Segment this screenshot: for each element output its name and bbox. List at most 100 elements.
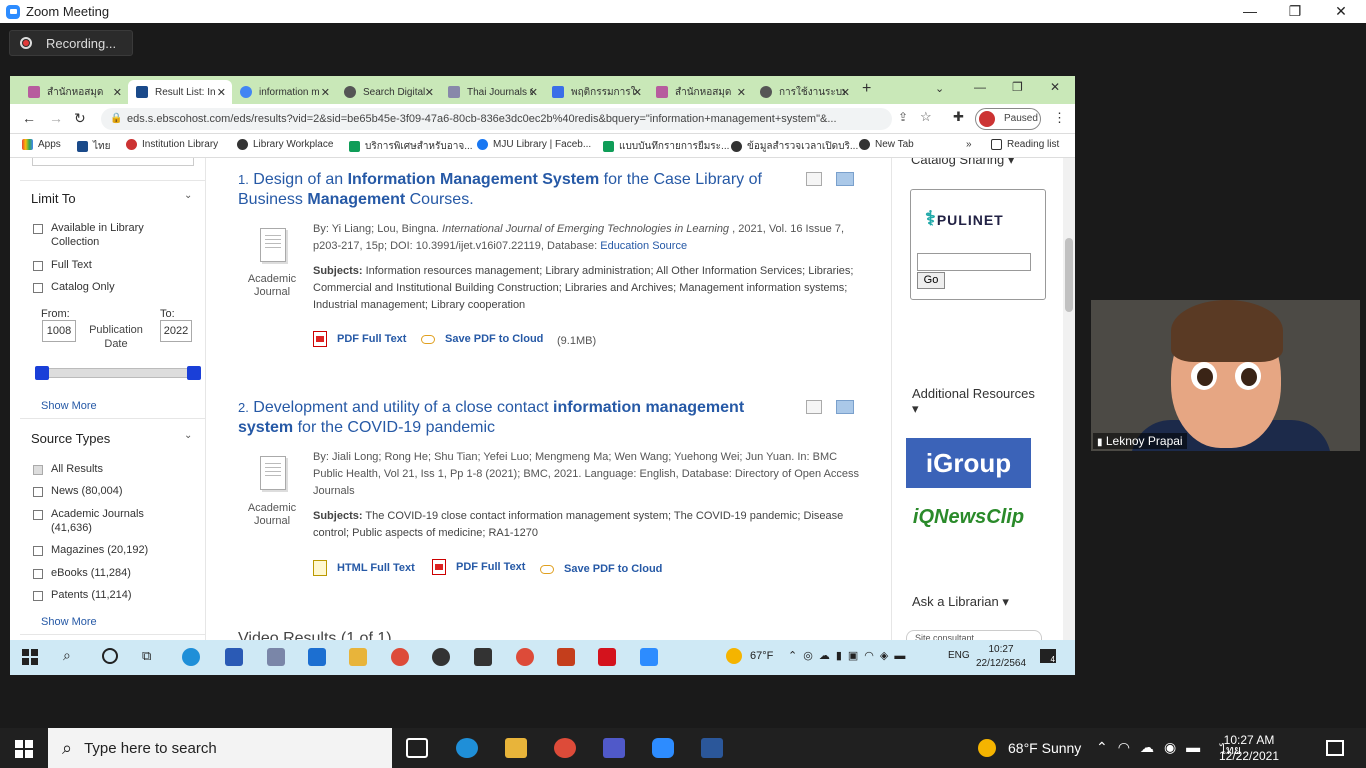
date-slider-track[interactable]: [42, 368, 194, 378]
igroup-banner[interactable]: iGroup: [906, 438, 1031, 488]
show-more-link[interactable]: Show More: [41, 616, 97, 628]
browser-close-button[interactable]: ✕: [1050, 80, 1060, 94]
site-consultant-widget[interactable]: Site consultant: [906, 630, 1042, 640]
cortana-icon[interactable]: [102, 648, 118, 664]
tab-close-icon[interactable]: ✕: [217, 86, 226, 99]
bookmark-item[interactable]: Library Workplace: [237, 139, 333, 150]
checkbox-full-text[interactable]: [33, 261, 43, 271]
powerpoint-icon[interactable]: [557, 648, 575, 666]
checkbox-ebooks[interactable]: [33, 569, 43, 579]
add-to-folder-icon[interactable]: [836, 400, 854, 414]
menu-kebab-icon[interactable]: ⋮: [1053, 110, 1066, 126]
preview-magnifier-icon[interactable]: [806, 400, 822, 414]
task-view-icon[interactable]: [406, 738, 428, 758]
weather-sun-icon[interactable]: [978, 739, 996, 757]
zoom-icon[interactable]: [652, 738, 674, 758]
result-title-2[interactable]: 2. Development and utility of a close co…: [238, 398, 778, 438]
browser-restore-button[interactable]: ❐: [1012, 80, 1023, 94]
result-title-1[interactable]: 1. Design of an Information Management S…: [238, 170, 778, 210]
reload-icon[interactable]: ↻: [74, 110, 86, 127]
clock[interactable]: 10:27 AM 12/22/2021: [1214, 732, 1284, 764]
zoom-icon[interactable]: [640, 648, 658, 666]
chrome-icon[interactable]: [554, 738, 576, 758]
browser-tab[interactable]: information m ✕: [232, 80, 336, 104]
weather-temp[interactable]: 67°F: [750, 650, 773, 662]
tab-close-icon[interactable]: ✕: [737, 86, 746, 99]
browser-tab[interactable]: สำนักหอสมุด ✕: [648, 80, 752, 104]
forward-icon[interactable]: →: [49, 110, 63, 126]
file-explorer-icon[interactable]: [349, 648, 367, 666]
chrome-icon[interactable]: [391, 648, 409, 666]
taskbar-search-box[interactable]: ⌕ Type here to search: [48, 728, 392, 768]
browser-tab-active[interactable]: Result List: In ✕: [128, 80, 232, 104]
task-view-icon[interactable]: ⧉: [142, 648, 151, 664]
tab-close-icon[interactable]: ✕: [529, 86, 538, 99]
from-year-input[interactable]: 1008: [42, 320, 76, 342]
back-icon[interactable]: ←: [22, 110, 36, 126]
bookmark-item[interactable]: New Tab: [859, 139, 914, 150]
acrobat-icon[interactable]: [598, 648, 616, 666]
browser-minimize-button[interactable]: —: [974, 80, 986, 94]
save-pdf-cloud-link[interactable]: Save PDF to Cloud: [421, 333, 543, 345]
notification-icon[interactable]: 4: [1040, 649, 1056, 664]
bookmark-item[interactable]: ไทย: [77, 139, 110, 154]
chevron-down-icon[interactable]: ⌄: [184, 430, 192, 441]
checkbox-news[interactable]: [33, 487, 43, 497]
bookmark-item[interactable]: MJU Library | Faceb...: [477, 139, 591, 150]
bookmark-item[interactable]: ข้อมูลสำรวจเวลาเปิดบริ...: [731, 139, 858, 154]
profile-button[interactable]: Paused: [975, 108, 1041, 130]
tab-close-icon[interactable]: ✕: [321, 86, 330, 99]
bookmark-item[interactable]: Institution Library: [126, 139, 218, 150]
slider-handle-end[interactable]: [187, 366, 201, 380]
app-icon[interactable]: [432, 648, 450, 666]
system-tray-icons[interactable]: ⌃◠☁◉▬: [1096, 739, 1210, 756]
catalog-sharing-heading[interactable]: Catalog Sharing ▾: [911, 158, 1014, 168]
tab-close-icon[interactable]: ✕: [841, 86, 850, 99]
checkbox-patents[interactable]: [33, 591, 43, 601]
additional-resources-heading[interactable]: Additional Resources ▾: [912, 386, 1035, 417]
checkbox-magazines[interactable]: [33, 546, 43, 556]
save-pdf-cloud-link[interactable]: Save PDF to Cloud: [540, 563, 662, 575]
store-icon[interactable]: [225, 648, 243, 666]
bookmarks-overflow-icon[interactable]: »: [966, 139, 972, 150]
browser-tab[interactable]: พฤติกรรมการใช้ ✕: [544, 80, 648, 104]
weather-text[interactable]: 68°F Sunny: [1008, 740, 1081, 756]
bookmark-item[interactable]: แบบบันทึกรายการยืมระ...: [603, 139, 729, 154]
edge-icon[interactable]: [456, 738, 478, 758]
tab-close-icon[interactable]: ✕: [113, 86, 122, 99]
checkbox-academic-journals[interactable]: [33, 510, 43, 520]
go-button[interactable]: Go: [917, 272, 945, 289]
close-button[interactable]: ✕: [1318, 0, 1364, 23]
add-to-folder-icon[interactable]: [836, 172, 854, 186]
chrome-icon[interactable]: [516, 648, 534, 666]
address-bar[interactable]: 🔒 eds.s.ebscohost.com/eds/results?vid=2&…: [101, 108, 892, 130]
preview-magnifier-icon[interactable]: [806, 172, 822, 186]
clock[interactable]: 10:27 22/12/2564: [975, 643, 1027, 671]
html-full-text-link[interactable]: HTML Full Text: [313, 560, 415, 576]
browser-tab[interactable]: การใช้งานระบบ ✕: [752, 80, 856, 104]
notification-icon[interactable]: [1326, 740, 1344, 756]
limit-to-heading[interactable]: Limit To: [31, 191, 76, 206]
search-icon[interactable]: ⌕: [63, 647, 71, 664]
to-year-input[interactable]: 2022: [160, 320, 192, 342]
minimize-button[interactable]: —: [1227, 0, 1273, 23]
new-tab-button[interactable]: +: [862, 80, 871, 98]
reading-list[interactable]: Reading list: [991, 139, 1059, 150]
pulinet-search-input[interactable]: [917, 253, 1031, 271]
iqnewsclip-banner[interactable]: iQNewsClip: [906, 496, 1031, 538]
source-types-heading[interactable]: Source Types: [31, 431, 110, 446]
bookmark-item[interactable]: บริการพิเศษสำหรับอาจ...: [349, 139, 473, 154]
scrollbar-thumb[interactable]: [1065, 238, 1073, 312]
share-icon[interactable]: ⇪: [898, 110, 908, 124]
database-link[interactable]: Education Source: [600, 240, 687, 252]
teams-icon[interactable]: [603, 738, 625, 758]
word-icon[interactable]: [701, 738, 723, 758]
pdf-full-text-link[interactable]: PDF Full Text: [313, 331, 406, 347]
checkbox-all-results[interactable]: [33, 465, 43, 475]
language-indicator[interactable]: ENG: [948, 650, 970, 661]
browser-tab[interactable]: Search Digital ✕: [336, 80, 440, 104]
chevron-down-icon[interactable]: ⌄: [184, 190, 192, 201]
mail-icon[interactable]: [308, 648, 326, 666]
maximize-button[interactable]: ❐: [1272, 0, 1318, 23]
tab-close-icon[interactable]: ✕: [633, 86, 642, 99]
